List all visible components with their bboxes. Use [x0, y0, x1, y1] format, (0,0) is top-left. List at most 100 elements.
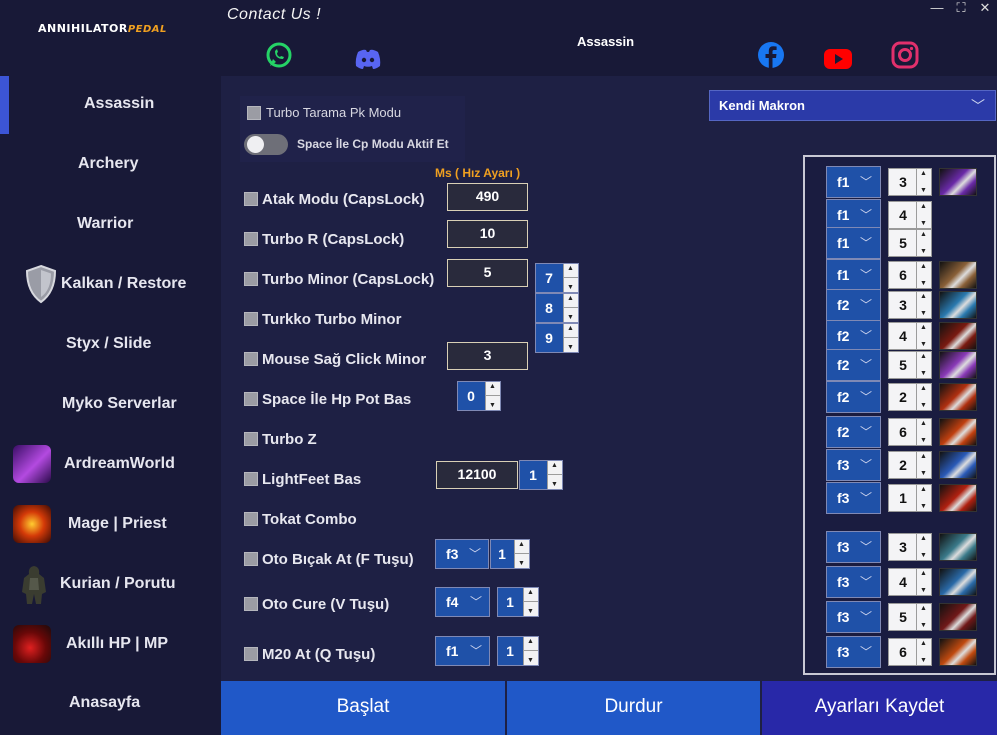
- stepper-arrows[interactable]: [916, 419, 931, 445]
- macro-key-select[interactable]: f3 ﹀: [826, 531, 881, 563]
- minimize-icon[interactable]: —: [926, 0, 948, 16]
- stepper-arrows[interactable]: [916, 452, 931, 478]
- oto-bicak-stepper[interactable]: 1: [490, 539, 530, 569]
- turbo-tarama-checkbox[interactable]: [247, 106, 261, 120]
- oto-cure-checkbox[interactable]: [244, 597, 258, 611]
- stepper-arrows[interactable]: [916, 534, 931, 560]
- turkko-checkbox[interactable]: [244, 312, 258, 326]
- stepper-arrows[interactable]: [916, 262, 931, 288]
- stepper-arrows[interactable]: [916, 604, 931, 630]
- macro-slot-stepper[interactable]: 3: [888, 168, 932, 196]
- macro-slot-stepper[interactable]: 5: [888, 603, 932, 631]
- sidebar-item-warrior[interactable]: Warrior: [0, 194, 221, 254]
- stepper-arrows[interactable]: [916, 569, 931, 595]
- mouse-sag-ms-input[interactable]: 3: [447, 342, 528, 370]
- macro-slot-stepper[interactable]: 2: [888, 383, 932, 411]
- sidebar-item-ardreamworld[interactable]: ArdreamWorld: [0, 434, 221, 494]
- macro-key-select[interactable]: f1 ﹀: [826, 227, 881, 259]
- sidebar-item-akilli-hp-mp[interactable]: Akıllı HP | MP: [0, 614, 221, 674]
- macro-slot-stepper[interactable]: 5: [888, 351, 932, 379]
- space-cp-toggle[interactable]: [244, 134, 288, 155]
- sidebar-item-mage-priest[interactable]: Mage | Priest: [0, 494, 221, 554]
- space-hp-stepper[interactable]: 0: [457, 381, 501, 411]
- stepper-arrows[interactable]: [547, 461, 562, 489]
- macro-slot-stepper[interactable]: 3: [888, 291, 932, 319]
- stepper-arrows[interactable]: [916, 384, 931, 410]
- mouse-sag-checkbox[interactable]: [244, 352, 258, 366]
- maximize-icon[interactable]: ⛶: [950, 0, 972, 16]
- stepper-arrows[interactable]: [916, 202, 931, 228]
- macro-key-select[interactable]: f1 ﹀: [826, 259, 881, 291]
- macro-slot-stepper[interactable]: 6: [888, 261, 932, 289]
- tokat-combo-checkbox[interactable]: [244, 512, 258, 526]
- turbo-r-ms-input[interactable]: 10: [447, 220, 528, 248]
- stepper-arrows[interactable]: [523, 637, 538, 665]
- stepper-arrows[interactable]: [563, 264, 578, 292]
- sidebar-item-myko-serverlar[interactable]: Myko Serverlar: [0, 374, 221, 434]
- macro-slot-stepper[interactable]: 4: [888, 568, 932, 596]
- macro-key-select[interactable]: f3 ﹀: [826, 636, 881, 668]
- turkko-stepper[interactable]: 8: [535, 293, 579, 323]
- turbo-minor-checkbox[interactable]: [244, 272, 258, 286]
- sidebar-item-assassin[interactable]: Assassin: [0, 74, 221, 134]
- stepper-arrows[interactable]: [916, 352, 931, 378]
- youtube-icon[interactable]: [824, 45, 852, 73]
- makro-select[interactable]: Kendi Makron ﹀: [709, 90, 996, 121]
- stepper-arrows[interactable]: [916, 230, 931, 256]
- stepper-arrows[interactable]: [485, 382, 500, 410]
- discord-icon[interactable]: [354, 45, 382, 73]
- stepper-arrows[interactable]: [916, 323, 931, 349]
- macro-key-select[interactable]: f3 ﹀: [826, 601, 881, 633]
- macro-slot-stepper[interactable]: 4: [888, 201, 932, 229]
- whatsapp-icon[interactable]: [265, 41, 293, 69]
- lightfeet-ms-input[interactable]: 12100: [436, 461, 518, 489]
- sidebar-item-archery[interactable]: Archery: [0, 134, 221, 194]
- oto-cure-stepper[interactable]: 1: [497, 587, 539, 617]
- instagram-icon[interactable]: [891, 41, 919, 69]
- turbo-minor-ms-input[interactable]: 5: [447, 259, 528, 287]
- turbo-z-checkbox[interactable]: [244, 432, 258, 446]
- lightfeet-checkbox[interactable]: [244, 472, 258, 486]
- turbo-r-checkbox[interactable]: [244, 232, 258, 246]
- stepper-arrows[interactable]: [523, 588, 538, 616]
- macro-slot-stepper[interactable]: 6: [888, 638, 932, 666]
- macro-slot-stepper[interactable]: 2: [888, 451, 932, 479]
- oto-bicak-checkbox[interactable]: [244, 552, 258, 566]
- lightfeet-stepper[interactable]: 1: [519, 460, 563, 490]
- macro-key-select[interactable]: f3 ﹀: [826, 482, 881, 514]
- oto-bicak-key-select[interactable]: f3 ﹀: [435, 539, 489, 569]
- space-hp-checkbox[interactable]: [244, 392, 258, 406]
- macro-slot-stepper[interactable]: 3: [888, 533, 932, 561]
- save-settings-button[interactable]: Ayarları Kaydet: [762, 681, 997, 735]
- stop-button[interactable]: Durdur: [507, 681, 760, 735]
- m20-key-select[interactable]: f1 ﹀: [435, 636, 490, 666]
- stepper-arrows[interactable]: [916, 292, 931, 318]
- close-icon[interactable]: ✕: [974, 0, 996, 16]
- macro-key-select[interactable]: f2 ﹀: [826, 320, 881, 352]
- macro-key-select[interactable]: f2 ﹀: [826, 289, 881, 321]
- macro-key-select[interactable]: f1 ﹀: [826, 166, 881, 198]
- macro-slot-stepper[interactable]: 1: [888, 484, 932, 512]
- atak-modu-ms-input[interactable]: 490: [447, 183, 528, 211]
- mouse-sag-stepper[interactable]: 9: [535, 323, 579, 353]
- atak-modu-checkbox[interactable]: [244, 192, 258, 206]
- facebook-icon[interactable]: [757, 41, 785, 69]
- sidebar-item-styx-slide[interactable]: Styx / Slide: [0, 314, 221, 374]
- stepper-arrows[interactable]: [916, 639, 931, 665]
- stepper-arrows[interactable]: [916, 485, 931, 511]
- macro-slot-stepper[interactable]: 5: [888, 229, 932, 257]
- macro-key-select[interactable]: f2 ﹀: [826, 416, 881, 448]
- stepper-arrows[interactable]: [563, 294, 578, 322]
- start-button[interactable]: Başlat: [221, 681, 505, 735]
- m20-stepper[interactable]: 1: [497, 636, 539, 666]
- sidebar-item-kurian-porutu[interactable]: Kurian / Porutu: [0, 554, 221, 614]
- sidebar-item-kalkan-restore[interactable]: Kalkan / Restore: [0, 254, 221, 314]
- macro-key-select[interactable]: f3 ﹀: [826, 566, 881, 598]
- oto-cure-key-select[interactable]: f4 ﹀: [435, 587, 490, 617]
- stepper-arrows[interactable]: [916, 169, 931, 195]
- macro-slot-stepper[interactable]: 4: [888, 322, 932, 350]
- macro-key-select[interactable]: f2 ﹀: [826, 349, 881, 381]
- macro-key-select[interactable]: f3 ﹀: [826, 449, 881, 481]
- macro-slot-stepper[interactable]: 6: [888, 418, 932, 446]
- sidebar-item-anasayfa[interactable]: Anasayfa: [0, 673, 221, 733]
